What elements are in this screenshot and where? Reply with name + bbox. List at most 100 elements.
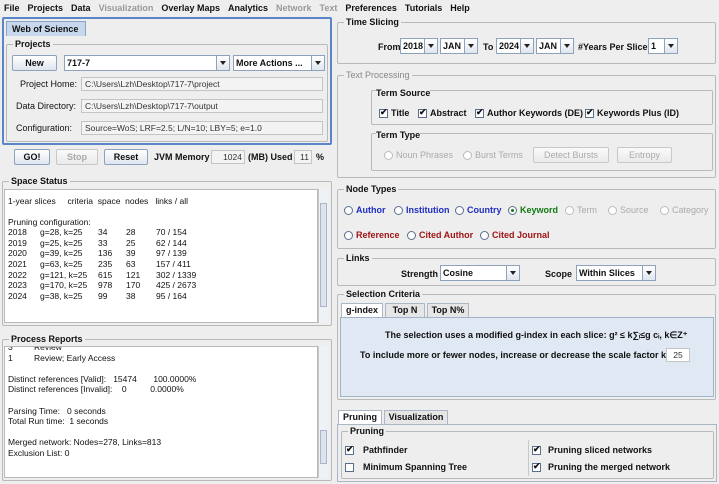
node-reference-radio[interactable]: Reference bbox=[344, 230, 400, 241]
radio-icon bbox=[463, 151, 472, 161]
pathfinder-checkbox[interactable]: Pathfinder bbox=[345, 444, 408, 456]
strength-label: Strength bbox=[401, 269, 438, 279]
node-keyword-radio[interactable]: Keyword bbox=[508, 205, 558, 216]
burst-terms-radio[interactable]: Burst Terms bbox=[463, 150, 523, 161]
menu-data[interactable]: Data bbox=[71, 3, 91, 13]
detect-bursts-button[interactable]: Detect Bursts bbox=[533, 147, 609, 163]
tab-pruning[interactable]: Pruning bbox=[338, 410, 382, 424]
node-term-label: Term bbox=[577, 205, 597, 215]
tab-visualization[interactable]: Visualization bbox=[384, 410, 448, 424]
new-project-button[interactable]: New bbox=[12, 55, 57, 71]
chevron-down-icon bbox=[560, 39, 573, 53]
reset-button[interactable]: Reset bbox=[104, 149, 148, 165]
text-processing-legend: Text Processing bbox=[344, 70, 412, 80]
node-source-radio[interactable]: Source bbox=[608, 205, 649, 216]
space-status-rows: 2018 g=28, k=25 34 28 70 / 154 2019 g=25, k=25… bbox=[8, 227, 314, 301]
space-status-cell: 38 bbox=[126, 290, 136, 301]
space-status-cell: g=121, k=25 bbox=[40, 269, 88, 280]
menu-network[interactable]: Network bbox=[276, 3, 312, 13]
pathfinder-label: Pathfinder bbox=[363, 445, 408, 455]
node-country-radio[interactable]: Country bbox=[455, 205, 502, 216]
report-line: Total Run time: 1 seconds bbox=[8, 416, 109, 427]
more-actions-select[interactable]: More Actions ... bbox=[233, 55, 325, 71]
term-source-label: Term Source bbox=[376, 88, 431, 98]
go-button[interactable]: GO! bbox=[14, 149, 50, 165]
scope-select[interactable]: Within Slices bbox=[576, 265, 656, 281]
space-status-cell: 62 / 144 bbox=[156, 237, 187, 248]
tab-top-n[interactable]: Top N bbox=[385, 303, 425, 317]
used-label: (MB) Used bbox=[248, 152, 293, 162]
to-label: To bbox=[483, 42, 494, 52]
menu-help[interactable]: Help bbox=[450, 3, 470, 13]
node-author-radio[interactable]: Author bbox=[344, 205, 386, 216]
links-group: Links bbox=[337, 253, 716, 286]
checkbox-checked-icon bbox=[418, 107, 427, 119]
checkbox-checked-icon bbox=[345, 444, 354, 456]
space-status-cell: 2018 bbox=[8, 227, 27, 238]
pruning-merged-checkbox[interactable]: Pruning the merged network bbox=[532, 461, 670, 473]
menu-file[interactable]: File bbox=[4, 3, 20, 13]
space-status-cell: 2021 bbox=[8, 258, 27, 269]
scope-label: Scope bbox=[545, 269, 573, 279]
configuration-field[interactable]: Source=WoS; LRF=2.5; L/N=10; LBY=5; e=1.… bbox=[81, 121, 323, 135]
data-directory-field[interactable]: C:\Users\Lzh\Desktop\717-7\output bbox=[81, 99, 323, 113]
chevron-down-icon bbox=[311, 56, 324, 70]
scroll-thumb[interactable] bbox=[320, 203, 327, 307]
process-reports-scrollbar[interactable] bbox=[318, 346, 328, 478]
menu-visualization[interactable]: Visualization bbox=[99, 3, 154, 13]
stop-button[interactable]: Stop bbox=[56, 149, 98, 165]
report-line bbox=[8, 427, 314, 438]
menu-text[interactable]: Text bbox=[320, 3, 338, 13]
author-keywords-checkbox[interactable]: Author Keywords (DE) bbox=[475, 107, 583, 119]
noun-phrases-radio[interactable]: Noun Phrases bbox=[384, 150, 453, 161]
process-reports-text[interactable]: 3 Review 1 Review; Early Access Distinct r… bbox=[4, 346, 318, 478]
pruning-sliced-checkbox[interactable]: Pruning sliced networks bbox=[532, 444, 652, 456]
from-year-value: 2018 bbox=[403, 41, 424, 51]
menu-preferences[interactable]: Preferences bbox=[345, 3, 397, 13]
node-types-legend: Node Types bbox=[344, 184, 399, 194]
from-year-select[interactable]: 2018 bbox=[400, 38, 438, 54]
strength-select[interactable]: Cosine bbox=[440, 265, 520, 281]
keywords-plus-checkbox[interactable]: Keywords Plus (ID) bbox=[585, 107, 679, 119]
tab-web-of-science[interactable]: Web of Science bbox=[6, 21, 86, 36]
node-term-radio[interactable]: Term bbox=[565, 205, 597, 216]
space-status-cell: 2022 bbox=[8, 269, 27, 280]
scale-factor-k-input[interactable]: 25 bbox=[666, 348, 690, 362]
chevron-down-icon bbox=[216, 56, 229, 70]
from-month-select[interactable]: JAN bbox=[440, 38, 478, 54]
to-month-value: JAN bbox=[539, 41, 558, 51]
mst-checkbox[interactable]: Minimum Spanning Tree bbox=[345, 462, 467, 473]
space-status-row: 2022 g=121, k=25 615 121 302 / 1339 bbox=[8, 270, 314, 281]
term-type-label: Term Type bbox=[376, 130, 421, 140]
menu-analytics[interactable]: Analytics bbox=[228, 3, 268, 13]
radio-icon bbox=[660, 206, 669, 216]
menu-projects[interactable]: Projects bbox=[28, 3, 64, 13]
node-institution-radio[interactable]: Institution bbox=[394, 205, 450, 216]
jvm-memory-field[interactable]: 1024 bbox=[211, 150, 245, 164]
tab-g-index[interactable]: g-index bbox=[341, 303, 383, 317]
project-home-field[interactable]: C:\Users\Lzh\Desktop\717-7\project bbox=[81, 77, 323, 91]
burst-terms-label: Burst Terms bbox=[475, 150, 523, 160]
project-select[interactable]: 717-7 bbox=[64, 55, 230, 71]
checkbox-checked-icon bbox=[532, 461, 541, 473]
space-status-cell: 70 / 154 bbox=[156, 227, 187, 238]
scroll-thumb[interactable] bbox=[320, 430, 327, 464]
node-category-radio[interactable]: Category bbox=[660, 205, 709, 216]
entropy-button[interactable]: Entropy bbox=[617, 147, 672, 163]
menu-overlay-maps[interactable]: Overlay Maps bbox=[161, 3, 220, 13]
title-checkbox[interactable]: Title bbox=[379, 107, 409, 119]
to-year-select[interactable]: 2024 bbox=[496, 38, 534, 54]
menu-tutorials[interactable]: Tutorials bbox=[405, 3, 442, 13]
space-status-scrollbar[interactable] bbox=[318, 189, 328, 323]
abstract-checkbox[interactable]: Abstract bbox=[418, 107, 467, 119]
node-cited-author-radio[interactable]: Cited Author bbox=[407, 230, 473, 241]
node-cited-journal-radio[interactable]: Cited Journal bbox=[480, 230, 550, 241]
space-status-text[interactable]: 1-year slices criteria space nodes links… bbox=[4, 189, 318, 323]
tab-top-n-percent[interactable]: Top N% bbox=[427, 303, 469, 317]
years-per-slice-select[interactable]: 1 bbox=[648, 38, 678, 54]
to-month-select[interactable]: JAN bbox=[536, 38, 574, 54]
space-status-cell: 615 bbox=[98, 269, 113, 280]
radio-icon bbox=[565, 206, 574, 216]
time-slicing-legend: Time Slicing bbox=[344, 17, 401, 27]
projects-legend: Projects bbox=[13, 39, 53, 49]
